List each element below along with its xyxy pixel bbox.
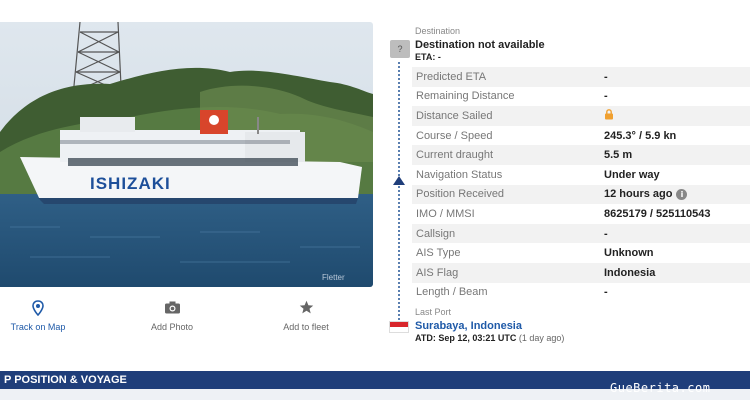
detail-value: Indonesia (600, 262, 750, 283)
detail-row-course-speed: Course / Speed 245.3° / 5.9 kn (412, 126, 750, 146)
destination-eta: ETA: - (415, 52, 441, 62)
detail-key: Callsign (412, 223, 600, 244)
voyage-direction-arrow-icon (393, 176, 405, 185)
atd-relative: (1 day ago) (518, 333, 565, 343)
detail-key: Distance Sailed (412, 106, 600, 126)
last-port-label: Last Port (415, 307, 452, 317)
detail-row-position-received: Position Received 12 hours ago i (412, 184, 750, 205)
photo-credit: Fletter (322, 273, 345, 282)
detail-row-predicted-eta: Predicted ETA - (412, 67, 750, 87)
detail-row-length-beam: Length / Beam - (412, 283, 750, 303)
info-icon[interactable]: i (676, 188, 688, 200)
detail-key: Position Received (412, 184, 600, 205)
detail-value: - (604, 286, 608, 299)
detail-row-current-draught: Current draught 5.5 m (412, 145, 750, 165)
atd-time: ATD: Sep 12, 03:21 UTC (415, 333, 517, 343)
detail-row-imo-mmsi: IMO / MMSI 8625179 / 525110543 (412, 204, 750, 224)
detail-row-navigation-status: Navigation Status Under way (412, 165, 750, 185)
track-on-map-label: Track on Map (10, 322, 66, 332)
camera-icon (127, 300, 217, 322)
voyage-timeline-line (398, 62, 400, 328)
detail-value: - (600, 223, 750, 244)
map-pin-icon (0, 300, 83, 322)
vessel-photo[interactable]: ISHIZAKI Fletter (0, 22, 373, 287)
detail-value: - (600, 67, 750, 87)
detail-key: Navigation Status (416, 168, 503, 181)
detail-key: Length / Beam (416, 286, 488, 299)
detail-key: Remaining Distance (416, 90, 515, 103)
indonesia-flag-icon (389, 321, 409, 333)
detail-value: 245.3° / 5.9 kn (604, 129, 677, 142)
detail-value: Under way (604, 168, 660, 181)
vessel-photo-image: ISHIZAKI Fletter (0, 22, 373, 287)
vessel-actions: Track on Map Add Photo Add to fleet (0, 300, 373, 345)
detail-key: Current draught (412, 145, 600, 165)
detail-value-cell: 12 hours ago i (600, 184, 750, 205)
lock-icon[interactable] (604, 109, 614, 123)
detail-row-ais-flag: AIS Flag Indonesia (412, 262, 750, 283)
destination-value: Destination not available (415, 39, 545, 51)
ship-name-text: ISHIZAKI (90, 174, 171, 193)
detail-key: Course / Speed (416, 129, 493, 142)
add-photo-label: Add Photo (150, 322, 194, 332)
add-to-fleet-button[interactable]: Add to fleet (261, 300, 351, 332)
detail-value[interactable] (600, 106, 750, 126)
detail-value: 8625179 / 525110543 (604, 207, 711, 220)
detail-value: Unknown (604, 247, 654, 260)
add-photo-button[interactable]: Add Photo (127, 300, 217, 332)
detail-key: IMO / MMSI (416, 207, 475, 220)
detail-key: AIS Flag (412, 262, 600, 283)
voyage-info-panel: Destination ? Destination not available … (385, 22, 750, 352)
detail-row-distance-sailed: Distance Sailed (412, 106, 750, 126)
star-icon (261, 300, 351, 322)
detail-row-callsign: Callsign - (412, 223, 750, 244)
track-on-map-button[interactable]: Track on Map (0, 300, 83, 332)
detail-key: Predicted ETA (412, 67, 600, 87)
watermark-text: GueBerita.com (610, 381, 711, 395)
detail-key: AIS Type (416, 247, 461, 260)
add-to-fleet-label: Add to fleet (283, 322, 329, 332)
question-mark-icon: ? (390, 40, 410, 58)
detail-value: - (604, 90, 608, 103)
detail-row-remaining-distance: Remaining Distance - (412, 87, 750, 107)
vessel-details-table: Predicted ETA - Remaining Distance - Dis… (412, 67, 750, 302)
detail-value: 12 hours ago (604, 188, 673, 201)
last-port-atd: ATD: Sep 12, 03:21 UTC (1 day ago) (415, 333, 564, 343)
last-port-link[interactable]: Surabaya, Indonesia (415, 320, 522, 332)
destination-label: Destination (415, 26, 461, 36)
detail-value: 5.5 m (600, 145, 750, 165)
detail-row-ais-type: AIS Type Unknown (412, 243, 750, 263)
